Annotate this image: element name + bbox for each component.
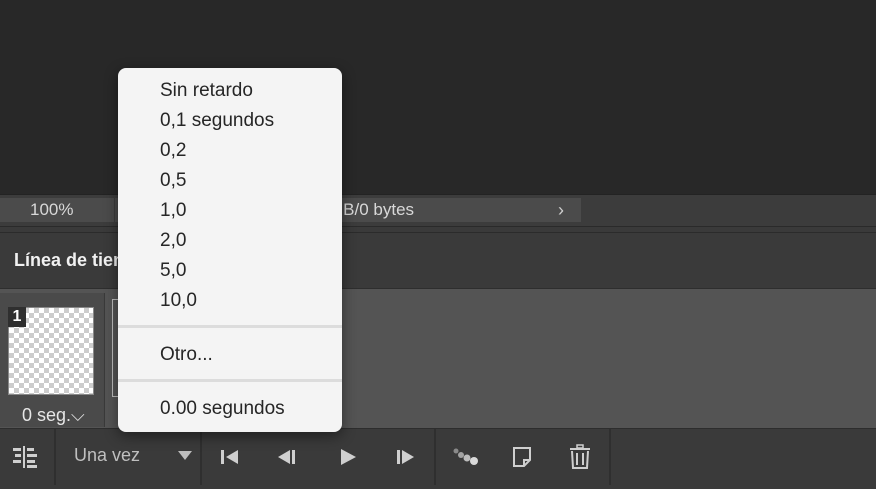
toolbar-divider bbox=[200, 429, 202, 485]
tween-icon[interactable] bbox=[447, 441, 481, 473]
first-frame-icon[interactable] bbox=[213, 441, 247, 473]
toolbar-divider bbox=[609, 429, 611, 485]
loop-dropdown[interactable]: Una vez bbox=[56, 429, 200, 485]
menu-item-2-0[interactable]: 2,0 bbox=[160, 229, 186, 253]
frame-number: 1 bbox=[8, 307, 26, 327]
menu-separator bbox=[118, 325, 342, 328]
menu-separator bbox=[118, 379, 342, 382]
chevron-down-icon bbox=[178, 451, 192, 460]
timeline-toolbar: Una vez bbox=[0, 428, 876, 489]
duplicate-frame-icon[interactable] bbox=[505, 441, 539, 473]
frame-delay-menu: Sin retardo 0,1 segundos 0,2 0,5 1,0 2,0… bbox=[118, 68, 342, 432]
menu-item-0-1-seconds[interactable]: 0,1 segundos bbox=[160, 109, 274, 133]
zoom-field[interactable]: 100% bbox=[0, 198, 114, 222]
previous-frame-icon[interactable] bbox=[270, 441, 304, 473]
convert-timeline-icon[interactable] bbox=[8, 441, 42, 473]
frame-delay-dropdown[interactable]: 0 seg.⌵ bbox=[22, 405, 85, 426]
play-icon[interactable] bbox=[331, 441, 365, 473]
trash-icon[interactable] bbox=[563, 441, 597, 473]
menu-item-current-value: 0.00 segundos bbox=[160, 398, 285, 419]
frame-item[interactable]: 1 0 seg.⌵ bbox=[0, 293, 105, 427]
menu-item-no-delay[interactable]: Sin retardo bbox=[160, 79, 253, 103]
toolbar-divider bbox=[434, 429, 436, 485]
menu-item-0-5[interactable]: 0,5 bbox=[160, 169, 186, 193]
menu-item-5-0[interactable]: 5,0 bbox=[160, 259, 186, 283]
chevron-right-icon[interactable]: › bbox=[558, 198, 564, 222]
loop-value: Una vez bbox=[74, 445, 141, 465]
next-frame-icon[interactable] bbox=[388, 441, 422, 473]
menu-item-0-2[interactable]: 0,2 bbox=[160, 139, 186, 163]
menu-item-1-0[interactable]: 1,0 bbox=[160, 199, 186, 223]
menu-item-10-0[interactable]: 10,0 bbox=[160, 289, 197, 313]
menu-item-other[interactable]: Otro... bbox=[160, 343, 213, 367]
